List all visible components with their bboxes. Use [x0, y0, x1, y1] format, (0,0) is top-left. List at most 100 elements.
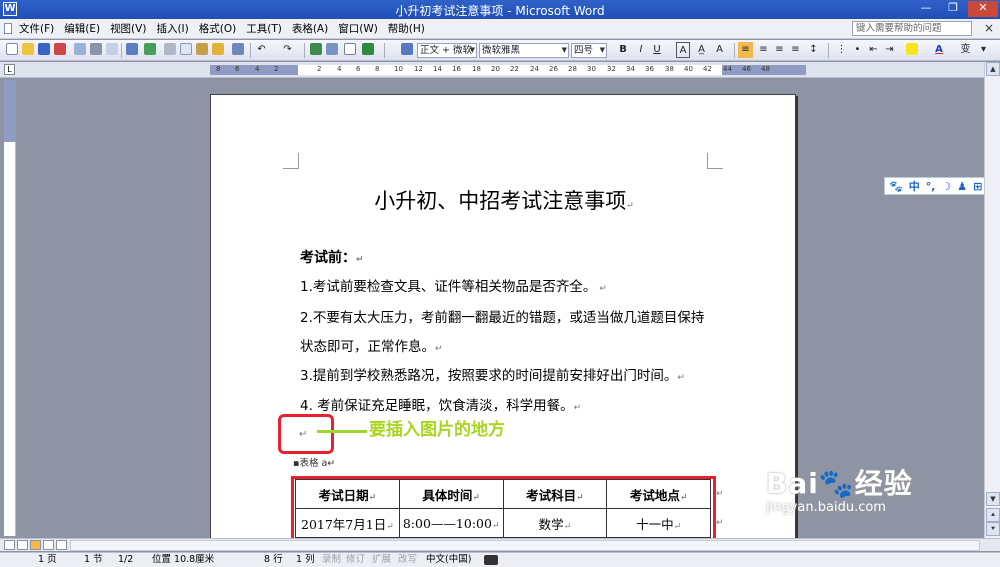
menu-item[interactable]: 表格(A)	[287, 22, 333, 36]
numbering-icon[interactable]: ⋮	[834, 42, 849, 58]
open-folder-icon[interactable]	[20, 42, 35, 58]
paste-icon[interactable]	[194, 42, 209, 58]
baidu-jingyan-watermark: Bai🐾经验 jingyan.baidu.com	[766, 467, 913, 515]
ruler-number: 14	[433, 65, 442, 73]
document-page[interactable]: 小升初、中招考试注意事项↵ 考试前：↵ 1.考试前要检查文具、证件等相关物品是否…	[210, 94, 796, 539]
toolbar-options-icon[interactable]: ▾	[976, 42, 991, 58]
highlight-icon[interactable]	[904, 42, 919, 58]
hyperlink-icon[interactable]	[308, 42, 323, 58]
asian-layout-icon[interactable]: 变	[958, 42, 973, 58]
close-button[interactable]: ✕	[968, 1, 998, 17]
font-size-select[interactable]: 四号 ▼	[571, 43, 607, 58]
status-extend[interactable]: 扩展	[372, 553, 391, 567]
status-record[interactable]: 录制	[322, 553, 341, 567]
print-icon[interactable]	[88, 42, 103, 58]
size-dropdown-icon[interactable]: ▼	[600, 44, 605, 57]
font-dropdown-icon[interactable]: ▼	[562, 44, 567, 57]
undo-icon[interactable]: ↶	[254, 42, 269, 58]
italic-button[interactable]: I	[634, 42, 648, 58]
print-layout-view-icon[interactable]	[30, 540, 41, 550]
char-border-button[interactable]: A	[676, 42, 690, 58]
ime-toolbar[interactable]: 🐾 中 °, ☽ ♟ ⊞	[884, 177, 996, 195]
insert-excel-icon[interactable]	[360, 42, 375, 58]
line-spacing-icon[interactable]: ↕	[806, 42, 821, 58]
decrease-indent-icon[interactable]: ⇤	[866, 42, 881, 58]
bold-button[interactable]: B	[616, 42, 630, 58]
spelling-status-icon[interactable]	[484, 555, 498, 565]
close-document-icon[interactable]: ×	[984, 21, 994, 35]
copy-icon[interactable]	[178, 42, 193, 58]
underline-button[interactable]: U	[650, 42, 664, 58]
horizontal-ruler[interactable]: L 8 6 4 2 2 4 6 8 10 12 14 16 18 20 22 24 26 28 30 32 34 36 38…	[0, 62, 1000, 78]
reading-view-icon[interactable]	[56, 540, 67, 550]
menu-item[interactable]: 窗口(W)	[333, 22, 383, 36]
outline-view-icon[interactable]	[43, 540, 54, 550]
font-color-button[interactable]: A	[932, 42, 946, 58]
insert-image-annotation: 要插入图片的地方	[369, 420, 505, 440]
char-shading-icon[interactable]: A	[712, 42, 727, 58]
vertical-ruler[interactable]	[4, 80, 16, 536]
ruler-number: 4	[337, 65, 342, 73]
style-select[interactable]: 正文 + 微软 ▼	[417, 43, 477, 58]
user-icon[interactable]: ♟	[957, 180, 967, 193]
print-preview-icon[interactable]	[104, 42, 119, 58]
spelling-icon[interactable]	[124, 42, 139, 58]
paw-icon[interactable]: 🐾	[889, 180, 903, 193]
menu-item[interactable]: 插入(I)	[151, 22, 193, 36]
ruler-number: 30	[587, 65, 596, 73]
research-icon[interactable]	[142, 42, 157, 58]
increase-indent-icon[interactable]: ⇥	[882, 42, 897, 58]
align-right-icon[interactable]: ≡	[772, 42, 787, 58]
grid-icon[interactable]: ⊞	[973, 180, 982, 193]
horizontal-scrollbar[interactable]	[70, 540, 980, 551]
moon-icon[interactable]: ☽	[941, 180, 951, 193]
minimize-button[interactable]: —	[914, 1, 938, 17]
font-select[interactable]: 微软雅黑 ▼	[479, 43, 569, 58]
menu-item[interactable]: 编辑(E)	[59, 22, 105, 36]
menu-item[interactable]: 工具(T)	[241, 22, 287, 36]
chinese-mode-icon[interactable]: 中	[909, 178, 920, 194]
insert-table-icon[interactable]	[342, 42, 357, 58]
redo-icon[interactable]: ↷	[280, 42, 295, 58]
status-column: 1 列	[296, 554, 315, 565]
tab-selector[interactable]: L	[4, 64, 15, 75]
cut-icon[interactable]	[162, 42, 177, 58]
menu-item[interactable]: 文件(F)	[14, 22, 59, 36]
email-icon[interactable]	[72, 42, 87, 58]
justify-icon[interactable]: ≡	[788, 42, 803, 58]
web-view-icon[interactable]	[17, 540, 28, 550]
document-icon[interactable]	[4, 23, 12, 34]
align-left-icon[interactable]: ≡	[738, 42, 753, 58]
status-track-changes[interactable]: 修订	[346, 553, 365, 567]
scroll-up-icon[interactable]: ▲	[986, 62, 1000, 76]
paragraph: 状态即可，正常作息。↵	[300, 339, 443, 355]
vertical-scrollbar[interactable]: ▲ ▼ ⯅ ⯆	[984, 62, 1000, 540]
scroll-down-icon[interactable]: ▼	[986, 492, 1000, 506]
menu-item[interactable]: 格式(O)	[194, 22, 241, 36]
new-document-icon[interactable]	[4, 42, 19, 58]
format-painter-icon[interactable]	[210, 42, 225, 58]
char-scaling-icon[interactable]: A̲	[694, 42, 709, 58]
ruler-number: 36	[645, 65, 654, 73]
bullets-icon[interactable]: •	[850, 42, 865, 58]
style-dropdown-icon[interactable]: ▼	[470, 44, 475, 57]
clear-format-icon[interactable]	[230, 42, 245, 58]
ruler-number: 10	[394, 65, 403, 73]
next-page-icon[interactable]: ⯆	[986, 522, 1000, 536]
permission-icon[interactable]	[52, 42, 67, 58]
menu-item[interactable]: 帮助(H)	[383, 22, 430, 36]
tables-borders-icon[interactable]	[324, 42, 339, 58]
previous-page-icon[interactable]: ⯅	[986, 508, 1000, 522]
save-icon[interactable]	[36, 42, 51, 58]
menu-item[interactable]: 视图(V)	[105, 22, 151, 36]
align-center-icon[interactable]: ≡	[756, 42, 771, 58]
status-overtype[interactable]: 改写	[398, 553, 417, 567]
crop-mark	[283, 153, 299, 169]
normal-view-icon[interactable]	[4, 540, 15, 550]
ruler-number: 28	[568, 65, 577, 73]
styles-icon[interactable]	[399, 42, 414, 58]
restore-button[interactable]: ❐	[941, 1, 965, 17]
ruler-number: 46	[742, 65, 751, 73]
punctuation-icon[interactable]: °,	[926, 180, 936, 193]
help-search-input[interactable]: 键入需要帮助的问题	[852, 21, 972, 36]
